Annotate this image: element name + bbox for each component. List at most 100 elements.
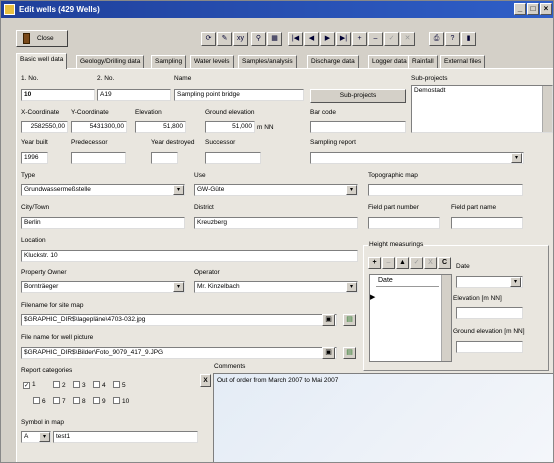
- tab-logger[interactable]: Logger data: [368, 55, 411, 68]
- category-9-checkbox[interactable]: 9: [93, 397, 106, 405]
- confirm-icon[interactable]: ✓: [384, 32, 399, 46]
- add-measurement-icon[interactable]: +: [368, 257, 381, 269]
- well-picture-field[interactable]: $GRAPHIC_DIR$\Bilder\Foto_9079_417_9.JPG: [21, 347, 337, 359]
- chevron-down-icon[interactable]: ▾: [39, 432, 50, 442]
- bar-code-field[interactable]: [310, 121, 406, 133]
- browse-folder-icon[interactable]: ▣: [322, 347, 335, 359]
- clear-comments-button[interactable]: X: [200, 374, 211, 387]
- prev-record-icon[interactable]: ◀: [304, 32, 319, 46]
- add-record-icon[interactable]: +: [352, 32, 367, 46]
- chevron-down-icon[interactable]: ▾: [510, 277, 521, 287]
- category-7-checkbox[interactable]: 7: [53, 397, 66, 405]
- grid-scrollbar[interactable]: [441, 275, 451, 361]
- refresh-icon[interactable]: ⟳: [201, 32, 216, 46]
- view-image-icon[interactable]: ▤: [343, 347, 356, 359]
- subprojects-scrollbar[interactable]: [542, 86, 552, 132]
- maximize-button[interactable]: □: [527, 3, 539, 15]
- symbol-text-field[interactable]: test1: [53, 431, 198, 443]
- field-part-number-field[interactable]: [368, 217, 440, 229]
- category-2-checkbox[interactable]: 2: [53, 381, 66, 389]
- search-icon[interactable]: ⚲: [251, 32, 266, 46]
- minimize-button[interactable]: _: [514, 3, 526, 15]
- no2-label: 2. No.: [97, 75, 115, 82]
- category-3-checkbox[interactable]: 3: [73, 381, 86, 389]
- comments-textarea[interactable]: Out of order from March 2007 to Mai 2007: [213, 373, 553, 462]
- close-window-button[interactable]: ×: [540, 3, 552, 15]
- no2-field[interactable]: A19: [97, 89, 171, 101]
- subprojects-list[interactable]: Demostadt: [411, 85, 553, 133]
- type-label: Type: [21, 172, 36, 179]
- tab-discharge[interactable]: Discharge data: [307, 55, 359, 68]
- use-select[interactable]: GW-Güte: [194, 184, 358, 196]
- chevron-down-icon[interactable]: ▾: [511, 153, 522, 163]
- subproject-item[interactable]: Demostadt: [414, 87, 445, 94]
- field-part-name-field[interactable]: [451, 217, 523, 229]
- category-8-checkbox[interactable]: 8: [73, 397, 86, 405]
- refresh-measurement-icon[interactable]: C: [438, 257, 451, 269]
- chevron-down-icon[interactable]: ▾: [346, 282, 357, 292]
- elevation-field[interactable]: 51,800: [135, 121, 186, 133]
- xcoord-field[interactable]: 2582550,00: [21, 121, 68, 133]
- ycoord-field[interactable]: 5431300,00: [71, 121, 127, 133]
- type-select[interactable]: Grundwassermeßstelle: [21, 184, 185, 196]
- xy-button[interactable]: xy: [233, 32, 248, 46]
- predecessor-label: Predecessor: [71, 139, 108, 146]
- tool-label: X: [428, 259, 433, 266]
- city-field[interactable]: Berlin: [21, 217, 185, 229]
- chevron-down-icon[interactable]: ▾: [173, 185, 184, 195]
- last-record-icon[interactable]: ▶|: [336, 32, 351, 46]
- tab-samples-analysis[interactable]: Samples/analysis: [238, 55, 297, 68]
- tab-basic-well-data[interactable]: Basic well data: [16, 53, 68, 69]
- delete-record-icon[interactable]: –: [368, 32, 383, 46]
- name-field[interactable]: Sampling point bridge: [174, 89, 304, 101]
- help-icon[interactable]: ?: [445, 32, 460, 46]
- tab-sampling[interactable]: Sampling: [151, 55, 187, 68]
- location-field[interactable]: Kluckstr. 10: [21, 250, 358, 262]
- site-map-field[interactable]: $GRAPHIC_DIR$\lagepläne\4703-032.jpg: [21, 314, 337, 326]
- year-destroyed-field[interactable]: [151, 152, 178, 164]
- successor-label: Successor: [205, 139, 236, 146]
- year-built-field[interactable]: 1996: [21, 152, 48, 164]
- browse-folder-icon[interactable]: ▣: [322, 314, 335, 326]
- chevron-down-icon[interactable]: ▾: [346, 185, 357, 195]
- ground-elevation-field[interactable]: 51,000: [205, 121, 255, 133]
- move-up-icon[interactable]: ▲: [396, 257, 409, 269]
- category-5-checkbox[interactable]: 5: [113, 381, 126, 389]
- tab-rainfall[interactable]: Rainfall: [408, 55, 438, 68]
- tab-geology[interactable]: Geology/Drilling data: [76, 55, 145, 68]
- owner-select[interactable]: Bornträeger: [21, 281, 185, 293]
- predecessor-field[interactable]: [71, 152, 126, 164]
- district-field[interactable]: Kreuzberg: [194, 217, 358, 229]
- cancel-measurement-icon[interactable]: X: [424, 257, 437, 269]
- first-record-icon[interactable]: |◀: [288, 32, 303, 46]
- operator-label: Operator: [194, 269, 220, 276]
- next-record-icon[interactable]: ▶: [320, 32, 335, 46]
- category-6-checkbox[interactable]: 6: [33, 397, 46, 405]
- table-icon[interactable]: ▦: [267, 32, 282, 46]
- date-column-header[interactable]: Date: [376, 275, 439, 287]
- sampling-report-select[interactable]: [310, 152, 524, 164]
- subprojects-button[interactable]: Sub-projects: [310, 89, 406, 103]
- hm-ground-field[interactable]: [456, 341, 523, 353]
- chevron-down-icon[interactable]: ▾: [173, 282, 184, 292]
- edit-icon[interactable]: ✎: [217, 32, 232, 46]
- no1-field[interactable]: 10: [21, 89, 95, 101]
- tab-water-levels[interactable]: Water levels: [190, 55, 234, 68]
- tab-external-files[interactable]: External files: [440, 55, 486, 68]
- print-icon[interactable]: ⎙: [429, 32, 444, 46]
- field-part-number-label: Field part number: [368, 204, 419, 211]
- cancel-icon[interactable]: ✕: [400, 32, 415, 46]
- category-10-checkbox[interactable]: 10: [113, 397, 129, 405]
- view-image-icon[interactable]: ▤: [343, 314, 356, 326]
- remove-measurement-icon[interactable]: –: [382, 257, 395, 269]
- chart-icon[interactable]: ▮: [461, 32, 476, 46]
- height-grid[interactable]: Date ▶: [369, 274, 452, 362]
- hm-elevation-field[interactable]: [456, 307, 523, 319]
- category-4-checkbox[interactable]: 4: [93, 381, 106, 389]
- confirm-measurement-icon[interactable]: ✓: [410, 257, 423, 269]
- topographic-map-field[interactable]: [368, 184, 523, 196]
- successor-field[interactable]: [205, 152, 261, 164]
- category-1-checkbox[interactable]: ✓ 1: [23, 381, 36, 389]
- operator-select[interactable]: Mr. Kinzelbach: [194, 281, 358, 293]
- close-button[interactable]: Close: [16, 30, 68, 47]
